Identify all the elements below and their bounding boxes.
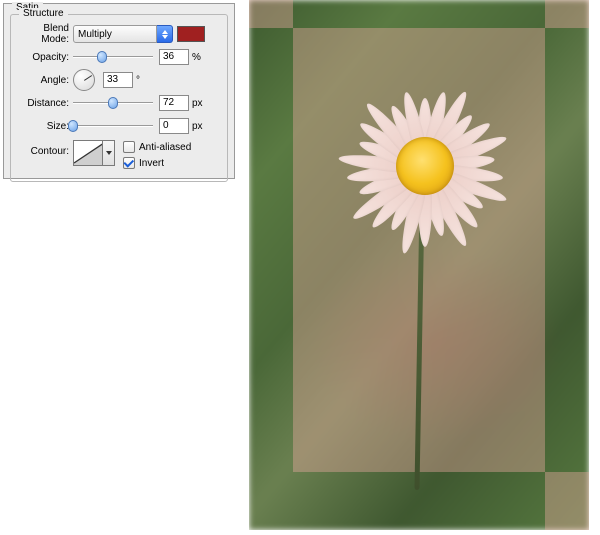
overlay-corner	[545, 0, 589, 28]
invert-label: Invert	[139, 158, 164, 169]
opacity-slider[interactable]	[73, 51, 153, 63]
size-slider[interactable]	[73, 120, 153, 132]
opacity-input[interactable]: 36	[159, 49, 189, 65]
structure-group: Structure Blend Mode: Multiply Opacity: …	[10, 14, 228, 182]
angle-dial[interactable]	[73, 69, 95, 91]
angle-row: Angle: 33 °	[17, 71, 221, 89]
flower	[333, 74, 515, 256]
size-label: Size:	[17, 121, 73, 132]
chevron-down-icon	[106, 151, 112, 155]
slider-thumb[interactable]	[97, 51, 107, 63]
angle-unit: °	[136, 75, 140, 86]
slider-thumb[interactable]	[68, 120, 78, 132]
distance-row: Distance: 72 px	[17, 94, 221, 112]
distance-label: Distance:	[17, 98, 73, 109]
preview-canvas	[249, 0, 589, 530]
stepper-icon[interactable]	[157, 25, 173, 43]
overlay-corner	[545, 472, 589, 530]
angle-indicator	[84, 75, 92, 81]
size-input[interactable]: 0	[159, 118, 189, 134]
angle-input[interactable]: 33	[103, 72, 133, 88]
blend-mode-row: Blend Mode: Multiply	[17, 25, 221, 43]
opacity-label: Opacity:	[17, 52, 73, 63]
anti-aliased-label: Anti-aliased	[139, 142, 191, 153]
invert-option[interactable]: Invert	[123, 156, 191, 170]
group-title: Structure	[19, 8, 68, 19]
blend-mode-label: Blend Mode:	[17, 23, 73, 45]
contour-row: Contour: Anti-aliased Invert	[17, 140, 221, 170]
angle-label: Angle:	[17, 75, 73, 86]
size-unit: px	[192, 121, 203, 132]
opacity-row: Opacity: 36 %	[17, 48, 221, 66]
color-swatch[interactable]	[177, 26, 205, 42]
contour-picker[interactable]	[73, 140, 103, 166]
contour-label: Contour:	[17, 140, 73, 157]
slider-thumb[interactable]	[108, 97, 118, 109]
distance-unit: px	[192, 98, 203, 109]
blend-mode-select[interactable]: Multiply	[73, 25, 173, 43]
size-row: Size: 0 px	[17, 117, 221, 135]
opacity-unit: %	[192, 52, 201, 63]
distance-slider[interactable]	[73, 97, 153, 109]
contour-dropdown[interactable]	[103, 140, 115, 166]
satin-panel: Satin Structure Blend Mode: Multiply Opa…	[3, 3, 235, 179]
blend-mode-value: Multiply	[73, 25, 157, 43]
checkbox[interactable]	[123, 157, 135, 169]
contour-curve-icon	[74, 141, 103, 166]
anti-aliased-option[interactable]: Anti-aliased	[123, 140, 191, 154]
flower-center	[396, 137, 454, 195]
distance-input[interactable]: 72	[159, 95, 189, 111]
overlay-corner	[249, 0, 293, 28]
checkbox[interactable]	[123, 141, 135, 153]
